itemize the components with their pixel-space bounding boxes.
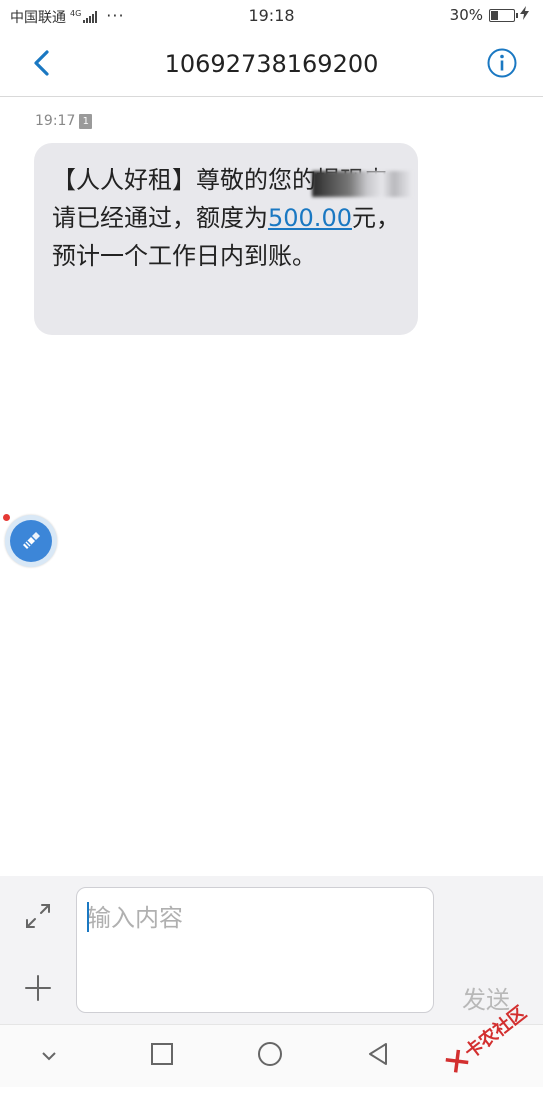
battery-percent: 30% xyxy=(449,6,483,24)
message-bubble[interactable]: 【人人好租】尊敬的您的提现申请已经通过，额度为500.00元，预计一个工作日内到… xyxy=(34,143,418,335)
chevron-down-icon xyxy=(40,1047,58,1066)
add-attachment-button[interactable] xyxy=(20,972,56,1008)
expand-icon xyxy=(23,901,53,935)
square-icon xyxy=(150,1042,174,1070)
message-input[interactable] xyxy=(87,898,417,998)
expand-button[interactable] xyxy=(20,900,56,936)
conversation-header: 10692738169200 xyxy=(0,34,543,97)
recents-button[interactable] xyxy=(147,1041,177,1071)
message-time: 19:17 xyxy=(35,113,76,129)
floating-ball-button[interactable] xyxy=(5,515,57,567)
sim-badge: 1 xyxy=(79,113,93,129)
message-text-start: 【人人好租】尊敬的 xyxy=(52,166,268,194)
broom-icon xyxy=(10,520,52,562)
watermark-text: 卡农社区 xyxy=(460,1002,531,1064)
redacted-name xyxy=(312,171,412,197)
back-nav-button[interactable] xyxy=(363,1041,393,1071)
status-bar: 中国联通 4G ··· 19:18 30% xyxy=(0,0,543,34)
circle-icon xyxy=(256,1040,284,1072)
plus-icon xyxy=(24,974,52,1006)
message-timestamp: 19:17 1 xyxy=(35,113,93,129)
message-composer: 发送 xyxy=(0,876,543,1024)
triangle-back-icon xyxy=(366,1041,390,1071)
home-button[interactable] xyxy=(255,1041,285,1071)
status-right: 30% xyxy=(450,6,529,24)
text-cursor xyxy=(87,902,89,932)
notification-dot xyxy=(3,514,10,521)
message-input-box[interactable] xyxy=(76,887,434,1013)
conversation-title: 10692738169200 xyxy=(164,50,379,78)
amount-link[interactable]: 500.00 xyxy=(268,204,352,232)
info-icon xyxy=(486,47,518,83)
info-button[interactable] xyxy=(485,48,519,82)
battery-icon xyxy=(489,8,518,22)
hide-nav-button[interactable] xyxy=(34,1041,64,1071)
bolt-icon xyxy=(520,6,529,24)
